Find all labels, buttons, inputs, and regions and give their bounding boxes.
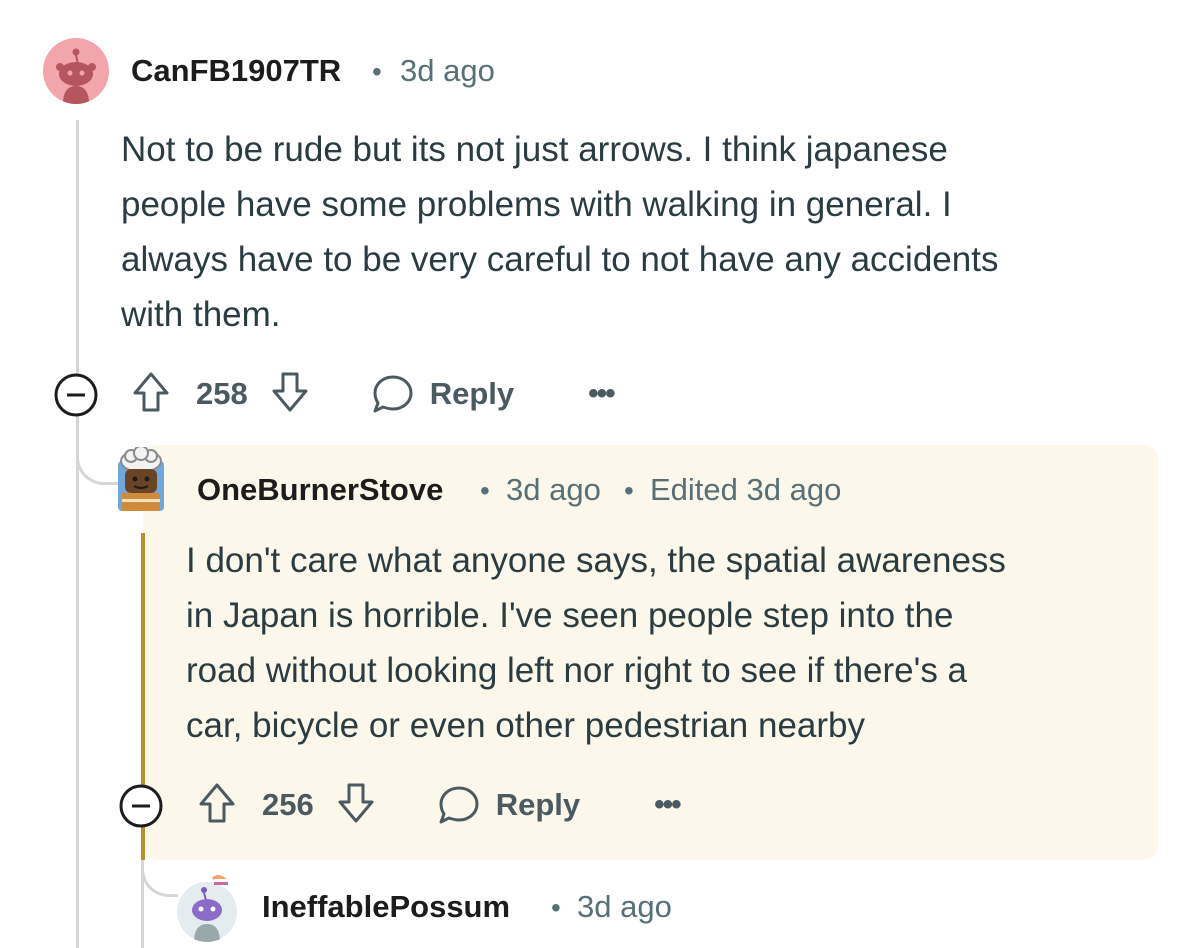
- timestamp: 3d ago: [400, 53, 495, 88]
- reply-button[interactable]: Reply: [370, 371, 514, 417]
- comment-body: I don't care what anyone says, the spati…: [186, 533, 1006, 753]
- purple-snoo-avatar: [177, 875, 237, 942]
- comment-line: road without looking left nor right to s…: [186, 651, 968, 690]
- vote-count: 256: [262, 787, 314, 822]
- username[interactable]: IneffablePossum: [262, 889, 510, 925]
- vote-count: 258: [196, 376, 248, 411]
- comment-line: I don't care what anyone says, the spati…: [186, 541, 1006, 580]
- reply-button[interactable]: Reply: [436, 782, 580, 828]
- comment-line: always have to be very careful to not ha…: [121, 240, 999, 279]
- timestamp: 3d ago: [577, 889, 672, 924]
- collapse-minus-icon: [119, 784, 163, 828]
- comment-bubble-icon: [439, 786, 479, 824]
- collapse-minus-icon: [54, 373, 98, 417]
- comment-actions: 258 Reply •••: [131, 369, 616, 420]
- comment-line: with them.: [121, 295, 281, 334]
- avatar[interactable]: [43, 38, 109, 104]
- more-options-button[interactable]: •••: [654, 788, 681, 822]
- timestamp: 3d ago: [506, 472, 601, 507]
- collapse-button[interactable]: [53, 372, 99, 418]
- separator-dot: •: [372, 56, 382, 87]
- downvote-button[interactable]: [336, 780, 376, 831]
- reply-label: Reply: [495, 787, 581, 822]
- downvote-button[interactable]: [270, 369, 310, 420]
- separator-dot: •: [480, 475, 490, 506]
- comment-actions: 256 Reply •••: [197, 780, 682, 831]
- upvote-arrow-icon: [199, 783, 235, 822]
- separator-dot: •: [624, 475, 634, 506]
- comment-line: car, bicycle or even other pedestrian ne…: [186, 706, 865, 745]
- collapse-button[interactable]: [118, 783, 164, 829]
- downvote-arrow-icon: [338, 783, 374, 822]
- comment-line: Not to be rude but its not just arrows. …: [121, 130, 948, 169]
- reddit-snoo-avatar-pink: [56, 48, 96, 104]
- comment-line: in Japan is horrible. I've seen people s…: [186, 596, 954, 635]
- avatar[interactable]: [176, 872, 238, 942]
- more-options-button[interactable]: •••: [588, 377, 615, 411]
- upvote-button[interactable]: [197, 780, 237, 831]
- reply-label: Reply: [429, 376, 515, 411]
- edited-label: Edited 3d ago: [650, 472, 842, 507]
- thread-line-root[interactable]: [76, 120, 79, 380]
- username[interactable]: OneBurnerStove: [197, 472, 443, 508]
- separator-dot: •: [551, 892, 561, 923]
- upvote-arrow-icon: [133, 372, 169, 411]
- chef-avatar: [118, 447, 164, 511]
- comment-body: Not to be rude but its not just arrows. …: [121, 122, 998, 342]
- thread-line-root-lower[interactable]: [76, 416, 79, 948]
- comment-bubble-icon: [373, 375, 413, 413]
- upvote-button[interactable]: [131, 369, 171, 420]
- downvote-arrow-icon: [272, 372, 308, 411]
- avatar[interactable]: [112, 447, 170, 513]
- username[interactable]: CanFB1907TR: [131, 53, 341, 89]
- comment-line: people have some problems with walking i…: [121, 185, 952, 224]
